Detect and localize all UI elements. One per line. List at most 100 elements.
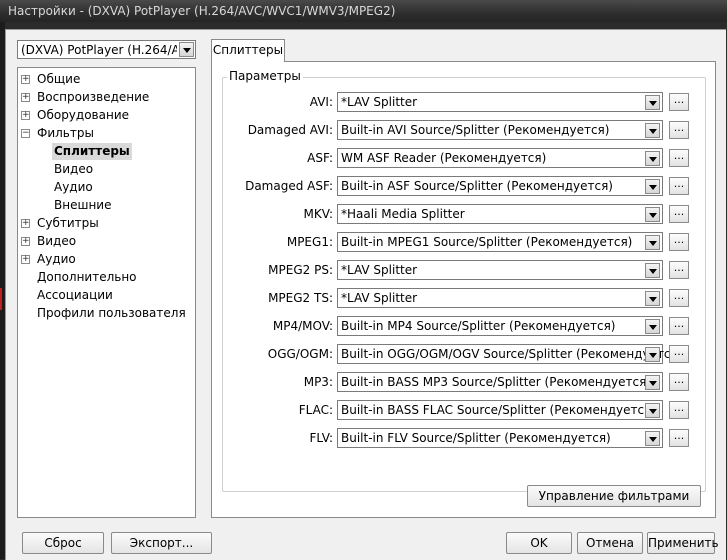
- splitter-select[interactable]: Built-in OGG/OGM/OGV Source/Splitter (Ре…: [337, 344, 682, 364]
- row-label: ASF:: [307, 151, 333, 165]
- chevron-down-icon[interactable]: [645, 151, 660, 166]
- splitter-select[interactable]: Built-in MP4 Source/Splitter (Рекомендуе…: [337, 316, 663, 336]
- chevron-down-icon[interactable]: [179, 42, 194, 57]
- tree-item-label: Ассоциации: [37, 288, 113, 302]
- export-button[interactable]: Экспорт...: [111, 532, 212, 554]
- tree-item-label: Аудио: [37, 252, 76, 266]
- splitter-select[interactable]: *Haali Media Splitter: [337, 204, 663, 224]
- tree-item-label: Оборудование: [37, 108, 129, 122]
- splitter-select-value: *LAV Splitter: [341, 95, 418, 109]
- collapse-icon[interactable]: −: [21, 129, 30, 138]
- browse-button[interactable]: ...: [669, 149, 689, 167]
- row-label: Damaged AVI:: [247, 123, 333, 137]
- row-label: AVI:: [309, 95, 333, 109]
- expand-icon[interactable]: +: [21, 75, 30, 84]
- splitter-select[interactable]: Built-in BASS FLAC Source/Splitter (Реко…: [337, 400, 663, 420]
- browse-button[interactable]: ...: [669, 345, 689, 363]
- chevron-down-icon[interactable]: [645, 431, 660, 446]
- tree-item-label: Сплиттеры: [52, 143, 132, 160]
- splitter-select[interactable]: Built-in ASF Source/Splitter (Рекомендуе…: [337, 176, 663, 196]
- browse-button[interactable]: ...: [669, 289, 689, 307]
- chevron-down-icon[interactable]: [645, 291, 660, 306]
- parameters-group: Параметры AVI: *LAV Splitter... Damaged AV…: [222, 69, 706, 492]
- profile-select[interactable]: (DXVA) PotPlayer (H.264/AVC/WVC1/WMV3/MP…: [17, 40, 196, 59]
- tree-item-label: Субтитры: [37, 216, 99, 230]
- settings-window: (DXVA) PotPlayer (H.264/AVC/WVC1/WMV3/MP…: [5, 29, 726, 560]
- profile-select-value: (DXVA) PotPlayer (H.264/AVC/WVC1/WMV3/MP…: [21, 43, 177, 57]
- splitter-select[interactable]: Built-in FLV Source/Splitter (Рекомендуе…: [337, 428, 663, 448]
- row-label: Damaged ASF:: [245, 179, 333, 193]
- browse-button[interactable]: ...: [669, 93, 689, 111]
- splitter-select-value: Built-in OGG/OGM/OGV Source/Splitter (Ре…: [341, 347, 683, 361]
- row-label: FLV:: [309, 431, 333, 445]
- browse-button[interactable]: ...: [669, 317, 689, 335]
- browse-button[interactable]: ...: [669, 205, 689, 223]
- apply-button[interactable]: Применить: [647, 532, 719, 554]
- expand-icon[interactable]: +: [21, 93, 30, 102]
- row-label: FLAC:: [298, 403, 333, 417]
- splitter-select[interactable]: Built-in AVI Source/Splitter (Рекомендуе…: [337, 120, 663, 140]
- tree-item-label: Видео: [37, 234, 77, 248]
- row-label: MPEG1:: [286, 235, 333, 249]
- chevron-down-icon[interactable]: [645, 123, 660, 138]
- settings-tree[interactable]: + Общие + Воспроизведение + Оборудование − Филь…: [17, 67, 196, 518]
- splitter-select-value: *Haali Media Splitter: [341, 207, 465, 221]
- splitter-select-value: Built-in BASS FLAC Source/Splitter (Реко…: [341, 403, 656, 417]
- browse-button[interactable]: ...: [669, 177, 689, 195]
- expand-icon[interactable]: +: [21, 237, 30, 246]
- splitter-select[interactable]: *LAV Splitter: [337, 288, 663, 308]
- tree-item-label: Внешние: [54, 198, 112, 212]
- chevron-down-icon[interactable]: [645, 263, 660, 278]
- tree-item-label: Видео: [54, 162, 94, 176]
- browse-button[interactable]: ...: [669, 401, 689, 419]
- splitter-select-value: Built-in MP4 Source/Splitter (Рекомендуе…: [341, 319, 616, 333]
- chevron-down-icon[interactable]: [645, 235, 660, 250]
- ok-button[interactable]: OK: [506, 532, 572, 554]
- chevron-down-icon[interactable]: [645, 207, 660, 222]
- expand-icon[interactable]: +: [21, 255, 30, 264]
- splitter-select-value: Built-in AVI Source/Splitter (Рекомендуе…: [341, 123, 610, 137]
- splitter-select-value: Built-in MPEG1 Source/Splitter (Рекоменд…: [341, 235, 633, 249]
- splitter-select-value: *LAV Splitter: [341, 291, 418, 305]
- edge-accent: [0, 288, 2, 310]
- browse-button[interactable]: ...: [669, 121, 689, 139]
- cancel-button[interactable]: Отмена: [577, 532, 643, 554]
- tree-item-label: Дополнительно: [37, 270, 137, 284]
- tree-item-label: Общие: [37, 72, 81, 86]
- splitter-select-value: *LAV Splitter: [341, 263, 418, 277]
- reset-button[interactable]: Сброс: [22, 532, 104, 554]
- row-label: MP3:: [303, 375, 333, 389]
- expand-icon[interactable]: +: [21, 111, 30, 120]
- row-label: OGG/OGM:: [267, 347, 333, 361]
- chevron-down-icon[interactable]: [645, 95, 660, 110]
- splitter-select[interactable]: *LAV Splitter: [337, 92, 663, 112]
- title-bar[interactable]: Настройки - (DXVA) PotPlayer (H.264/AVC/…: [0, 0, 727, 22]
- splitter-select-value: Built-in FLV Source/Splitter (Рекомендуе…: [341, 431, 611, 445]
- manage-filters-button[interactable]: Управление фильтрами: [527, 485, 701, 507]
- splitter-select[interactable]: *LAV Splitter: [337, 260, 663, 280]
- row-label: MPEG2 TS:: [268, 291, 333, 305]
- row-label: MPEG2 PS:: [268, 263, 333, 277]
- browse-button[interactable]: ...: [669, 429, 689, 447]
- tree-item-label: Воспроизведение: [37, 90, 150, 104]
- tab-panel: Параметры AVI: *LAV Splitter... Damaged AV…: [211, 61, 716, 518]
- splitter-select[interactable]: Built-in BASS MP3 Source/Splitter (Реком…: [337, 372, 663, 392]
- window-title: Настройки - (DXVA) PotPlayer (H.264/AVC/…: [8, 4, 396, 18]
- row-label: MKV:: [303, 207, 334, 221]
- chevron-down-icon[interactable]: [645, 179, 660, 194]
- splitter-select-value: Built-in ASF Source/Splitter (Рекомендуе…: [341, 179, 613, 193]
- expand-icon[interactable]: +: [21, 219, 30, 228]
- tab-splitters[interactable]: Сплиттеры: [211, 39, 285, 62]
- chevron-down-icon[interactable]: [645, 347, 660, 362]
- browse-button[interactable]: ...: [669, 261, 689, 279]
- browse-button[interactable]: ...: [669, 233, 689, 251]
- chevron-down-icon[interactable]: [645, 319, 660, 334]
- splitter-select[interactable]: WM ASF Reader (Рекомендуется): [337, 148, 663, 168]
- chevron-down-icon[interactable]: [645, 375, 660, 390]
- tree-item-label: Аудио: [54, 180, 93, 194]
- chevron-down-icon[interactable]: [645, 403, 660, 418]
- browse-button[interactable]: ...: [669, 373, 689, 391]
- group-title: Параметры: [227, 69, 303, 83]
- splitter-select-value: Built-in BASS MP3 Source/Splitter (Реком…: [341, 375, 651, 389]
- splitter-select[interactable]: Built-in MPEG1 Source/Splitter (Рекоменд…: [337, 232, 663, 252]
